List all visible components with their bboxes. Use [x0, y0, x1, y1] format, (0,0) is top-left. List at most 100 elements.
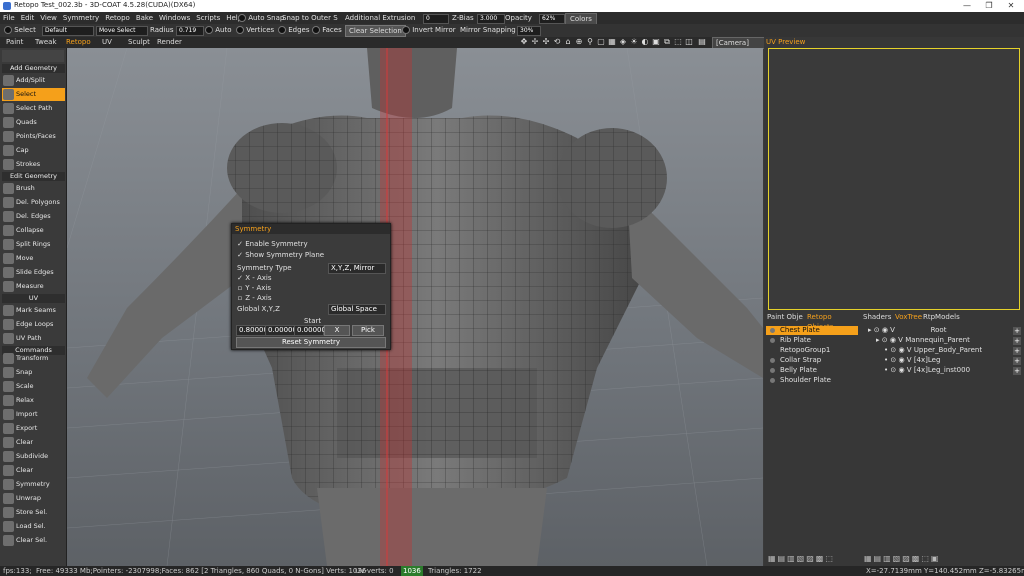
menu-view[interactable]: View	[37, 12, 60, 24]
screenshot-icon[interactable]: ⧉	[663, 38, 671, 46]
faces-checkbox[interactable]: Faces	[312, 24, 342, 36]
reset-symmetry-button[interactable]: Reset Symmetry	[236, 337, 386, 348]
opacity-field[interactable]: 62%	[539, 14, 565, 24]
snap-outer-checkbox[interactable]: Snap to Outer S	[282, 12, 338, 24]
tab-voxtree[interactable]: VoxTree	[895, 312, 922, 322]
tab-paint-objects[interactable]: Paint Obje	[767, 312, 803, 322]
menu-retopo[interactable]: Retopo	[102, 12, 133, 24]
uv-preview-canvas[interactable]	[768, 48, 1020, 310]
search-icon[interactable]: ⚲	[586, 38, 594, 46]
tool-scale[interactable]: Scale	[2, 380, 65, 393]
object-panel-buttons[interactable]: ▦▤▥▧▨▩⬚	[768, 554, 835, 563]
tool-measure[interactable]: Measure	[2, 280, 65, 293]
x-axis-checkbox[interactable]: ✓ X - Axis	[237, 274, 271, 282]
fov-icon[interactable]: ◐	[641, 38, 649, 46]
z-axis-checkbox[interactable]: ▫ Z - Axis	[237, 294, 272, 302]
object-item[interactable]: Shoulder Plate	[766, 376, 858, 385]
enable-symmetry-checkbox[interactable]: ✓ Enable Symmetry	[237, 240, 308, 248]
zoom-icon[interactable]: ⊕	[575, 38, 583, 46]
orbit-icon[interactable]: ⟲	[553, 38, 561, 46]
tab-paint[interactable]: Paint	[6, 37, 23, 48]
tool-mark-seams[interactable]: Mark Seams	[2, 304, 65, 317]
tree-item-root[interactable]: ▸ ⊙ ◉ V Root	[868, 326, 946, 335]
vertices-checkbox[interactable]: Vertices	[236, 24, 274, 36]
tool-export[interactable]: Export	[2, 422, 65, 435]
fit-icon[interactable]: ⬚	[674, 38, 682, 46]
tab-tweak[interactable]: Tweak	[35, 37, 57, 48]
show-plane-checkbox[interactable]: ✓ Show Symmetry Plane	[237, 251, 324, 259]
invert-mirror-checkbox[interactable]: Invert Mirror	[402, 24, 456, 36]
preset-dropdown[interactable]: Default	[42, 26, 94, 36]
object-item[interactable]: RetopoGroup1	[766, 346, 858, 355]
tool-strokes[interactable]: Strokes	[2, 158, 65, 171]
pan-icon[interactable]: ✣	[542, 38, 550, 46]
viewport-scene[interactable]	[67, 48, 763, 566]
tool-load-sel[interactable]: Load Sel.	[2, 520, 65, 533]
tab-sculpt[interactable]: Sculpt	[128, 37, 150, 48]
add-volume-icon[interactable]: +	[1013, 337, 1021, 345]
voxtree-panel-buttons[interactable]: ▦▤▥▧▨▩⬚▣	[864, 554, 940, 563]
add-volume-icon[interactable]: +	[1013, 347, 1021, 355]
perspective-icon[interactable]: ◈	[619, 38, 627, 46]
tool-collapse[interactable]: Collapse	[2, 224, 65, 237]
move-view-icon[interactable]: ✥	[520, 38, 528, 46]
tool-import[interactable]: Import	[2, 408, 65, 421]
tool-transform[interactable]: Transform	[2, 352, 65, 365]
tool-relax[interactable]: Relax	[2, 394, 65, 407]
tree-item-upper-body[interactable]: • ⊙ ◉ V Upper_Body_Parent	[884, 346, 982, 355]
tool-select[interactable]: Select	[2, 88, 65, 101]
tool-quads[interactable]: Quads	[2, 116, 65, 129]
add-volume-icon[interactable]: +	[1013, 327, 1021, 335]
tab-uv[interactable]: UV	[102, 37, 112, 48]
tab-retopo[interactable]: Retopo	[66, 37, 91, 48]
visibility-icon[interactable]	[770, 338, 775, 343]
pick-button[interactable]: Pick	[352, 325, 384, 336]
camera-icon[interactable]: ▤	[698, 38, 706, 46]
symmetry-type-dropdown[interactable]: X,Y,Z, Mirror	[328, 263, 386, 274]
edges-checkbox[interactable]: Edges	[278, 24, 310, 36]
tool-brush[interactable]: Brush	[2, 182, 65, 195]
tree-item-mannequin[interactable]: ▸ ⊙ ◉ V Mannequin_Parent	[876, 336, 970, 345]
object-item[interactable]: Chest Plate	[766, 326, 858, 335]
tree-item-leg[interactable]: • ⊙ ◉ V [4x]Leg	[884, 356, 940, 365]
auto-snap-checkbox[interactable]: Auto Snap	[238, 12, 284, 24]
tree-item-leg-inst[interactable]: • ⊙ ◉ V [4x]Leg_inst000	[884, 366, 970, 375]
auto-checkbox[interactable]: Auto	[205, 24, 232, 36]
x-button[interactable]: X	[324, 325, 350, 336]
tool-unwrap[interactable]: Unwrap	[2, 492, 65, 505]
tool-snap[interactable]: Snap	[2, 366, 65, 379]
layout-icon[interactable]: ◫	[685, 38, 693, 46]
close-button[interactable]: ✕	[1000, 0, 1022, 12]
add-volume-icon[interactable]: +	[1013, 357, 1021, 365]
menu-file[interactable]: File	[0, 12, 18, 24]
frame-icon[interactable]: ▢	[597, 38, 605, 46]
tool-clear-sel[interactable]: Clear Sel.	[2, 534, 65, 547]
3d-viewport[interactable]	[67, 48, 763, 566]
clear-selection-button[interactable]: Clear Selection	[345, 25, 406, 37]
tab-shaders[interactable]: Shaders	[863, 312, 891, 322]
tool-select-path[interactable]: Select Path	[2, 102, 65, 115]
object-item[interactable]: Rib Plate	[766, 336, 858, 345]
radius-field[interactable]: 0.719	[176, 26, 204, 36]
menu-symmetry[interactable]: Symmetry	[60, 12, 102, 24]
view-icon[interactable]: ▣	[652, 38, 660, 46]
start-y-field[interactable]: 0.00000	[265, 325, 297, 336]
visibility-icon[interactable]	[770, 378, 775, 383]
menu-scripts[interactable]: Scripts	[193, 12, 223, 24]
tool-slide-edges[interactable]: Slide Edges	[2, 266, 65, 279]
move-select-dropdown[interactable]: Move Select	[96, 26, 148, 36]
extrusion-field[interactable]: 0	[423, 14, 449, 24]
maximize-button[interactable]: ❐	[978, 0, 1000, 12]
light-icon[interactable]: ☀	[630, 38, 638, 46]
object-item[interactable]: Collar Strap	[766, 356, 858, 365]
menu-bake[interactable]: Bake	[133, 12, 156, 24]
mirror-snapping-field[interactable]: 30%	[517, 26, 541, 36]
tool-edge-loops[interactable]: Edge Loops	[2, 318, 65, 331]
tool-clear[interactable]: Clear	[2, 436, 65, 449]
minimize-button[interactable]: —	[956, 0, 978, 12]
tab-rtpmodels[interactable]: RtpModels	[923, 312, 960, 322]
tool-clear-2[interactable]: Clear	[2, 464, 65, 477]
select-mode[interactable]: Select	[4, 24, 36, 36]
add-volume-icon[interactable]: +	[1013, 367, 1021, 375]
menu-edit[interactable]: Edit	[18, 12, 38, 24]
